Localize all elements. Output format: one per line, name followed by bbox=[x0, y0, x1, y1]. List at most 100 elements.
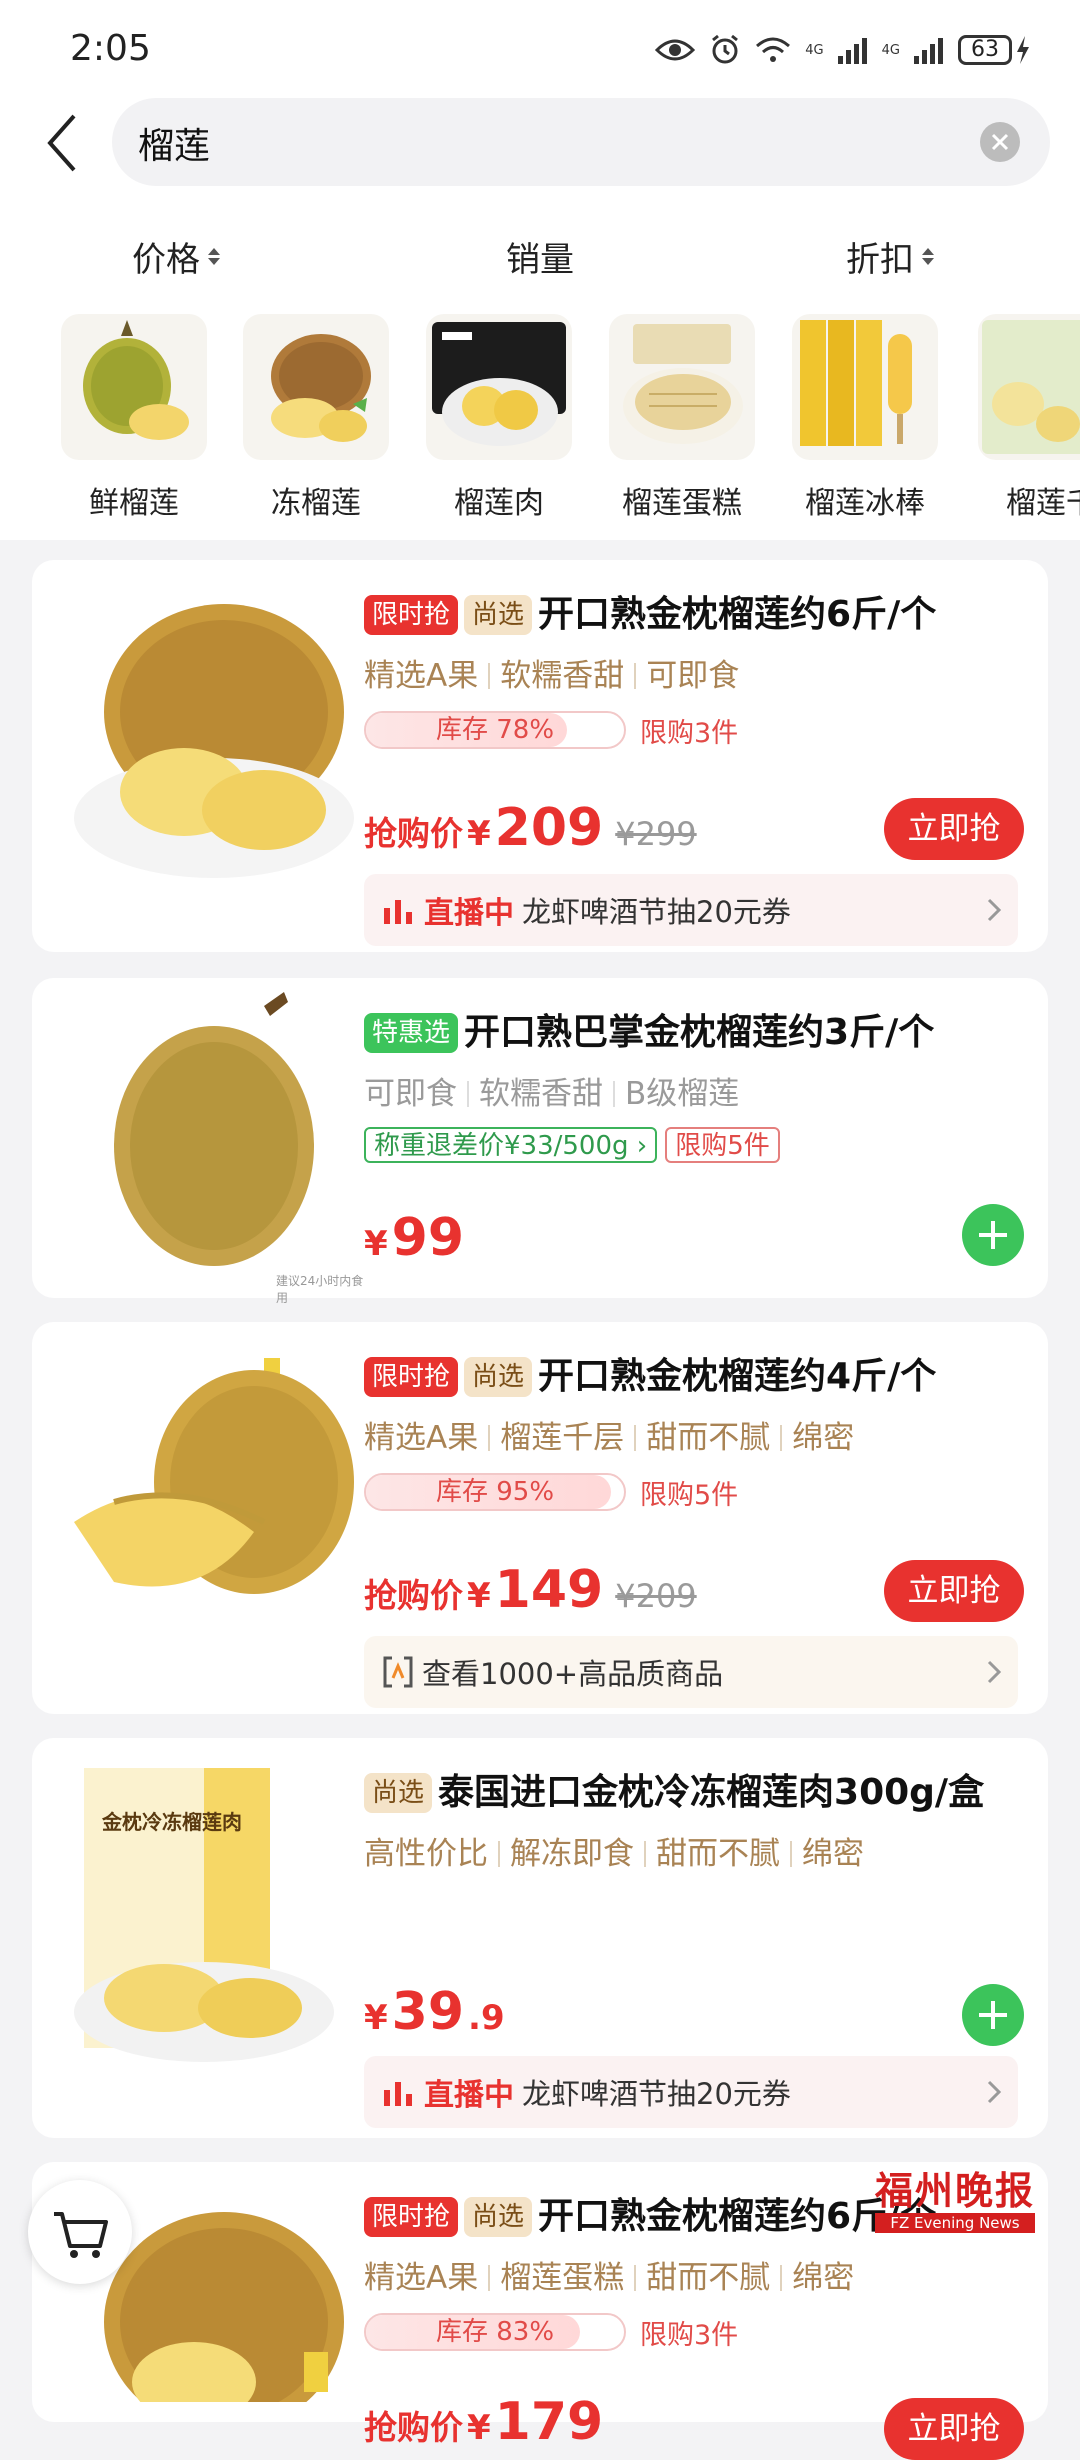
watermark-subtitle: FZ Evening News bbox=[875, 2213, 1035, 2233]
sort-arrows-icon bbox=[208, 248, 220, 265]
buy-now-button[interactable]: 立即抢 bbox=[884, 2398, 1024, 2460]
live-bars-icon bbox=[382, 894, 414, 926]
product-price: 149 bbox=[494, 1560, 604, 1620]
wifi-icon bbox=[756, 37, 791, 62]
flash-sale-badge: 限时抢 bbox=[364, 2197, 459, 2237]
network-type-1: 4G bbox=[805, 42, 824, 58]
tag: 甜而不腻 bbox=[656, 1836, 780, 1872]
stock-text: 库存 95% bbox=[435, 1477, 555, 1507]
search-input[interactable] bbox=[136, 98, 960, 188]
storage-note: 建议24小时内食用 bbox=[276, 1274, 364, 1305]
category-image bbox=[426, 314, 572, 460]
purchase-limit: 限购5件 bbox=[665, 1127, 780, 1163]
watermark-title: 福州晚报 bbox=[875, 2168, 1036, 2213]
stock-bar: 库存 78% bbox=[364, 711, 626, 749]
category-durian-cake[interactable]: 榴莲蛋糕 bbox=[607, 314, 757, 522]
category-label: 榴莲冰棒 bbox=[805, 486, 925, 521]
product-price: 179 bbox=[494, 2392, 604, 2452]
tag: 高性价比 bbox=[364, 1836, 488, 1872]
selected-badge: 尚选 bbox=[364, 1773, 433, 1813]
live-promo-banner[interactable]: 直播中 龙虾啤酒节抽20元券 bbox=[364, 874, 1018, 946]
package-label: 金枕冷冻榴莲肉 bbox=[102, 1810, 242, 1834]
tag: 绵密 bbox=[792, 2260, 855, 2296]
add-to-cart-button[interactable] bbox=[962, 1984, 1024, 2046]
product-info: 限时抢 尚选 开口熟金枕榴莲约6斤/个 精选A果 软糯香甜 可即食 库存 78% 限购3… bbox=[364, 590, 1024, 946]
add-to-cart-button[interactable] bbox=[962, 1204, 1024, 1266]
chevron-left-icon bbox=[47, 114, 76, 172]
tag: 榴莲千层 bbox=[500, 1420, 625, 1456]
product-card[interactable]: 建议24小时内食用 特惠选 开口熟巴掌金枕榴莲约3斤/个 可即食 软糯香甜 B级榴莲 … bbox=[32, 978, 1048, 1305]
product-price-decimal: .9 bbox=[468, 1998, 505, 2038]
purchase-limit: 限购3件 bbox=[640, 717, 739, 749]
quality-goods-banner[interactable]: 查看1000+高品质商品 bbox=[364, 1636, 1018, 1708]
category-durian-flesh[interactable]: 榴莲肉 bbox=[424, 314, 574, 522]
product-info: 尚选 泰国进口金枕冷冻榴莲肉300g/盒 高性价比 解冻即食 甜而不腻 绵密 ¥ 39 … bbox=[364, 1768, 1024, 2128]
search-bar[interactable] bbox=[112, 98, 1050, 188]
shop-bracket-icon bbox=[382, 1656, 414, 1688]
product-image: 建议24小时内食用 bbox=[54, 986, 372, 1305]
alarm-icon bbox=[712, 34, 739, 64]
product-card[interactable]: 金枕冷冻榴莲肉 尚选 泰国进口金枕冷冻榴莲肉300g/盒 高性价比 解冻即食 甜而不腻… bbox=[32, 1738, 1048, 2138]
price-label: 抢购价 bbox=[364, 814, 463, 853]
chevron-right-icon bbox=[987, 1660, 1002, 1684]
product-tags: 高性价比 解冻即食 甜而不腻 绵密 bbox=[364, 1828, 1024, 1873]
special-deal-badge: 特惠选 bbox=[364, 1013, 459, 1053]
product-image bbox=[54, 1352, 372, 1670]
category-label: 榴莲蛋糕 bbox=[622, 486, 742, 521]
original-price: ¥209 bbox=[615, 1577, 697, 1615]
product-title-row: 特惠选 开口熟巴掌金枕榴莲约3斤/个 bbox=[364, 1008, 1024, 1058]
product-tags: 精选A果 软糯香甜 可即食 bbox=[364, 650, 1024, 695]
newspaper-watermark: 福州晚报 FZ Evening News bbox=[875, 2160, 1035, 2233]
shopping-cart-icon bbox=[54, 2212, 108, 2258]
selected-badge: 尚选 bbox=[464, 2197, 533, 2237]
sort-sales[interactable]: 销量 bbox=[506, 232, 574, 281]
sort-arrows-icon bbox=[922, 248, 934, 265]
buy-now-button[interactable]: 立即抢 bbox=[884, 798, 1024, 860]
product-image: 金枕冷冻榴莲肉 bbox=[54, 1762, 372, 2082]
battery-level: 63 bbox=[958, 35, 1012, 65]
tag: 甜而不腻 bbox=[646, 1420, 771, 1456]
clear-search-button[interactable] bbox=[980, 122, 1020, 162]
tag: 绵密 bbox=[792, 1420, 855, 1456]
sort-discount[interactable]: 折扣 bbox=[846, 232, 934, 281]
category-image bbox=[243, 314, 389, 460]
currency-symbol: ¥ bbox=[364, 1224, 388, 1264]
category-durian-popsicle[interactable]: 榴莲冰棒 bbox=[790, 314, 940, 522]
product-card[interactable]: 限时抢 尚选 开口熟金枕榴莲约6斤/个 精选A果 软糯香甜 可即食 库存 78% 限购3… bbox=[32, 560, 1048, 952]
price-row: ¥ 39 .9 bbox=[364, 1982, 505, 2042]
tag: 精选A果 bbox=[364, 1420, 479, 1456]
sort-price-label: 价格 bbox=[132, 240, 200, 280]
category-fresh-durian[interactable]: 鲜榴莲 bbox=[59, 314, 209, 522]
close-icon bbox=[991, 133, 1009, 151]
status-icons: 4G 4G 63 bbox=[655, 28, 1030, 72]
product-price: 209 bbox=[494, 798, 604, 858]
product-title: 泰国进口金枕冷冻榴莲肉300g/盒 bbox=[438, 1772, 985, 1813]
category-image bbox=[61, 314, 207, 460]
stock-row: 库存 95% 限购5件 bbox=[364, 1471, 1024, 1513]
category-label: 冻榴莲 bbox=[271, 486, 361, 521]
buy-now-button[interactable]: 立即抢 bbox=[884, 1560, 1024, 1622]
battery-indicator: 63 bbox=[958, 35, 1030, 65]
weight-refund-pill[interactable]: 称重退差价¥33/500g › bbox=[364, 1127, 658, 1163]
product-card[interactable]: 限时抢 尚选 开口熟金枕榴莲约4斤/个 精选A果 榴莲千层 甜而不腻 绵密 库存 95% … bbox=[32, 1322, 1048, 1714]
sort-price[interactable]: 价格 bbox=[132, 232, 220, 281]
live-promo-banner[interactable]: 直播中 龙虾啤酒节抽20元券 bbox=[364, 2056, 1018, 2128]
live-label: 直播中 bbox=[424, 2078, 514, 2113]
price-label: 抢购价 bbox=[364, 2408, 463, 2447]
floating-cart-button[interactable] bbox=[28, 2180, 132, 2284]
product-title: 开口熟金枕榴莲约6斤/个 bbox=[538, 594, 937, 635]
back-button[interactable] bbox=[42, 108, 88, 178]
category-image bbox=[792, 314, 938, 460]
original-price: ¥299 bbox=[615, 815, 697, 853]
category-dried-durian[interactable]: 榴莲千 bbox=[976, 314, 1080, 522]
category-label: 榴莲千 bbox=[1006, 486, 1080, 521]
category-frozen-durian[interactable]: 冻榴莲 bbox=[241, 314, 391, 522]
live-bars-icon bbox=[382, 2076, 414, 2108]
product-tags: 精选A果 榴莲千层 甜而不腻 绵密 bbox=[364, 1412, 1024, 1457]
price-row: 抢购价 ¥ 179 bbox=[364, 2392, 603, 2452]
product-price: 99 bbox=[391, 1208, 465, 1268]
currency-symbol: ¥ bbox=[467, 1576, 491, 1616]
flash-sale-badge: 限时抢 bbox=[364, 1357, 459, 1397]
stock-text: 库存 83% bbox=[435, 2317, 555, 2347]
chevron-right-icon bbox=[987, 2080, 1002, 2104]
